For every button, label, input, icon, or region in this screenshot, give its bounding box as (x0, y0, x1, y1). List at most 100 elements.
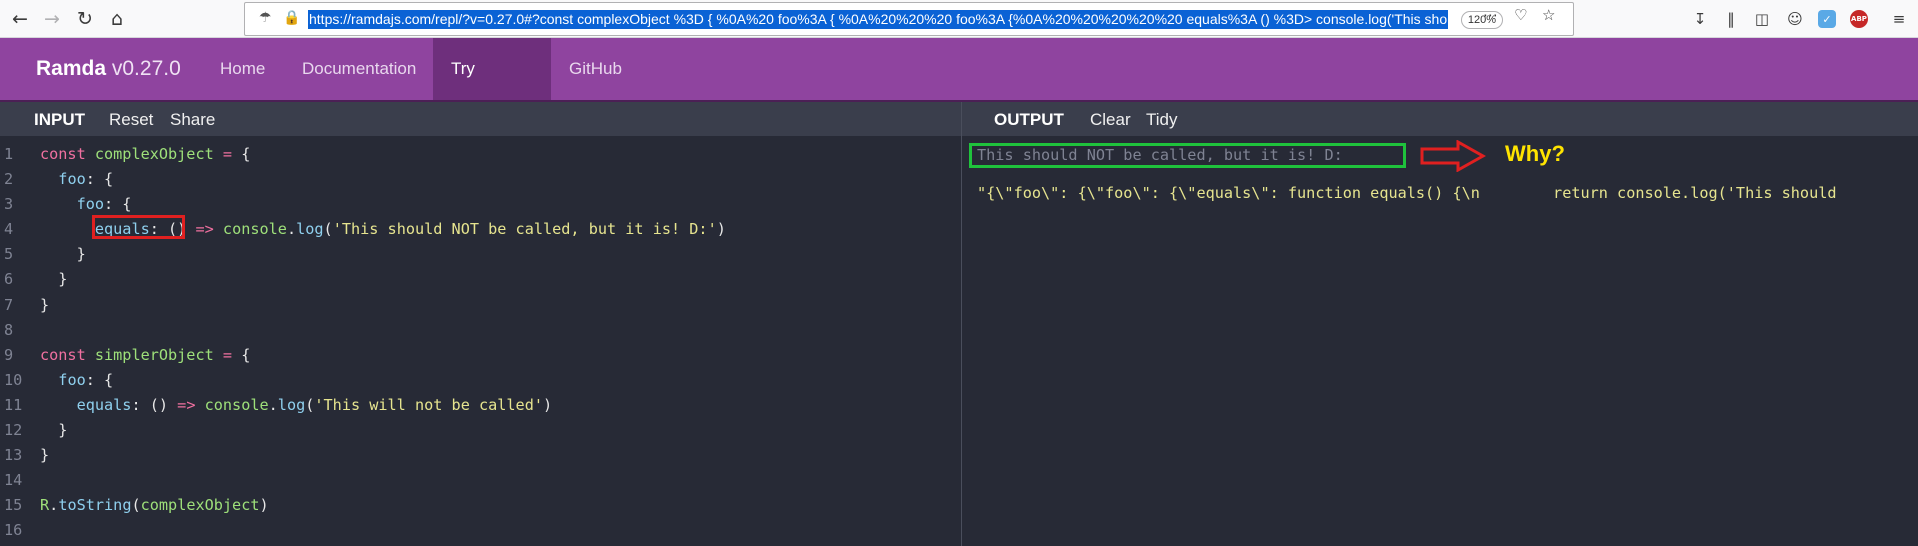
code-line[interactable]: 9 const simplerObject = { (0, 343, 961, 368)
back-arrow-icon[interactable]: ← (6, 5, 34, 33)
line-number: 9 (4, 345, 14, 364)
code-line[interactable]: 11 equals: () => console.log('This will … (0, 393, 961, 418)
code-line[interactable]: 13} (0, 443, 961, 468)
line-number: 14 (4, 471, 23, 490)
code-token: } (40, 270, 68, 289)
code-line[interactable]: 14 (0, 468, 961, 493)
code-text: } (40, 293, 49, 318)
tracking-shield-icon[interactable]: ☂ (259, 10, 272, 26)
line-number: 12 (4, 421, 23, 440)
home-icon[interactable]: ⌂ (103, 5, 131, 33)
code-token: } (40, 446, 50, 465)
code-token: const (40, 345, 95, 364)
red-arrow-icon (1420, 140, 1486, 172)
nav-try-ramda[interactable]: Try Ramda (433, 38, 551, 140)
line-number: 1 (4, 145, 14, 163)
code-text: } (40, 418, 67, 443)
input-panel: INPUT Reset Share 1 const complexObject =… (0, 102, 961, 546)
code-token: => (195, 220, 214, 239)
line-number: 8 (4, 320, 14, 339)
browser-toolbar: ← → ↻ ⌂ ☂ 🔒 https://ramdajs.com/repl/?v=… (0, 0, 1918, 38)
code-line[interactable]: 15 R.toString(complexObject) (0, 493, 961, 518)
code-token: } (40, 245, 86, 264)
output-panel-header: OUTPUT Clear Tidy (962, 102, 1918, 136)
code-text: foo: { (40, 368, 113, 393)
reset-button[interactable]: Reset (109, 110, 153, 130)
share-button[interactable]: Share (170, 110, 215, 130)
why-annotation: Why? (1505, 141, 1565, 166)
code-line[interactable]: 16 (0, 518, 961, 543)
code-token: 'This will not be called' (314, 395, 543, 414)
url-text[interactable]: https://ramdajs.com/repl/?v=0.27.0#?cons… (308, 10, 1449, 29)
url-bar[interactable]: ☂ 🔒 https://ramdajs.com/repl/?v=0.27.0#?… (244, 2, 1574, 36)
code-token: . (49, 496, 59, 515)
forward-arrow-icon[interactable]: → (38, 5, 66, 33)
pocket-icon[interactable]: ♡ (1514, 6, 1527, 24)
nav-home[interactable]: Home (202, 38, 283, 100)
code-token: 'This should NOT be called, but it is! D… (332, 220, 717, 239)
code-line[interactable]: 1 const complexObject = { (0, 142, 961, 167)
code-token: ) (259, 496, 269, 515)
input-panel-header: INPUT Reset Share (0, 102, 961, 136)
extension-icon[interactable]: ✓ (1816, 8, 1838, 30)
library-icon[interactable]: ‖ (1720, 8, 1742, 30)
code-line[interactable]: 5 } (0, 242, 961, 267)
line-number: 13 (4, 446, 23, 465)
code-text: } (40, 267, 67, 292)
code-token: { (232, 345, 251, 364)
code-text: R.toString(complexObject) (40, 493, 269, 518)
site-brand[interactable]: Ramda v0.27.0 (36, 38, 181, 100)
line-number: 15 (4, 496, 23, 515)
line-number: 10 (4, 370, 23, 389)
nav-github[interactable]: GitHub (551, 38, 640, 100)
line-number: 3 (4, 195, 14, 214)
code-token: } (40, 295, 50, 314)
code-token: = (222, 145, 233, 163)
code-line[interactable]: 7} (0, 293, 961, 318)
code-editor[interactable]: 1 const complexObject = {2 foo: {3 foo: {… (0, 142, 961, 544)
code-line[interactable]: 6 } (0, 267, 961, 292)
code-line[interactable]: 8 (0, 318, 961, 343)
nav-documentation[interactable]: Documentation (284, 38, 434, 100)
reload-icon[interactable]: ↻ (71, 5, 99, 33)
output-result-line: "{\"foo\": {\"foo\": {\"equals\": functi… (977, 184, 1837, 202)
code-text: const complexObject = { (40, 142, 250, 167)
code-line[interactable]: 10 foo: { (0, 368, 961, 393)
account-icon[interactable]: ☺ (1784, 8, 1806, 30)
sidebar-icon[interactable]: ◫ (1751, 8, 1773, 30)
code-line[interactable]: 12 } (0, 418, 961, 443)
code-token: ) (542, 395, 553, 414)
adblock-icon[interactable]: ABP (1848, 8, 1870, 30)
tidy-button[interactable]: Tidy (1146, 110, 1178, 130)
code-text: equals: () => console.log('This will not… (40, 393, 553, 418)
site-navbar: Ramda v0.27.0 Home Documentation Try Ram… (0, 38, 1918, 140)
code-token: console (222, 220, 287, 239)
code-token: equals (76, 395, 132, 414)
lock-icon[interactable]: 🔒 (283, 10, 300, 26)
code-token: . (268, 395, 278, 414)
code-token: simplerObject (94, 345, 214, 364)
line-number: 7 (4, 295, 14, 314)
more-icon[interactable]: ⋯ (1483, 6, 1498, 24)
code-token: : { (104, 195, 132, 214)
line-number: 2 (4, 170, 14, 189)
code-line[interactable]: 2 foo: { (0, 167, 961, 192)
brand-version: v0.27.0 (111, 57, 181, 80)
red-highlight-box (92, 215, 185, 239)
download-icon[interactable]: ↧ (1689, 8, 1711, 30)
code-token: } (40, 421, 68, 440)
bookmark-star-icon[interactable]: ☆ (1542, 6, 1555, 24)
code-line[interactable]: 3 foo: { (0, 192, 961, 217)
line-number: 16 (4, 521, 23, 540)
hamburger-menu-icon[interactable]: ≡ (1888, 8, 1910, 30)
clear-button[interactable]: Clear (1090, 110, 1131, 130)
input-title: INPUT (34, 110, 85, 129)
code-token: console (204, 395, 269, 414)
